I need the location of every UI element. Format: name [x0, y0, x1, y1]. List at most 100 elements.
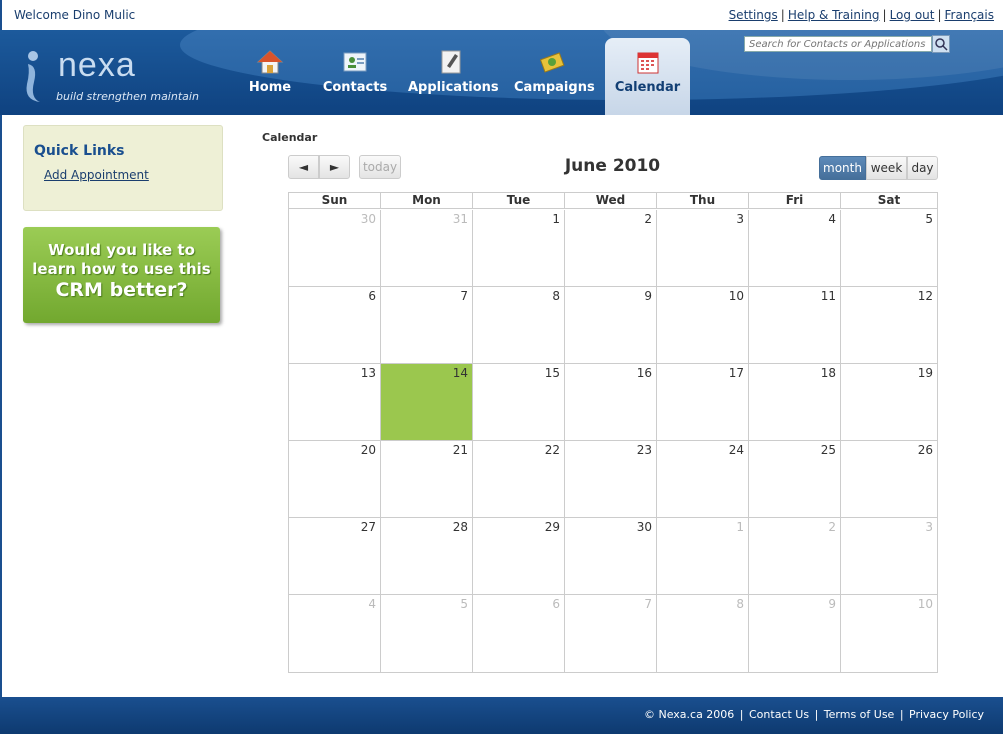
day-cell[interactable]: 7 — [381, 287, 473, 364]
day-cell[interactable]: 14 — [381, 364, 473, 441]
day-cell[interactable]: 23 — [565, 441, 657, 518]
day-cell[interactable]: 15 — [473, 364, 565, 441]
weekday-header: Fri — [749, 193, 841, 209]
day-cell[interactable]: 11 — [749, 287, 841, 364]
promo-line-3: CRM better? — [55, 279, 188, 301]
day-cell[interactable]: 26 — [841, 441, 937, 518]
day-number: 11 — [820, 289, 836, 303]
day-cell[interactable]: 4 — [749, 210, 841, 287]
day-cell[interactable]: 4 — [289, 595, 381, 672]
day-number: 31 — [452, 212, 468, 226]
day-cell[interactable]: 3 — [657, 210, 749, 287]
day-number: 12 — [917, 289, 933, 303]
day-cell[interactable]: 25 — [749, 441, 841, 518]
nav-contacts[interactable]: Contacts — [322, 38, 388, 115]
weekday-header: Tue — [473, 193, 565, 209]
day-number: 2 — [644, 212, 652, 226]
day-cell[interactable]: 24 — [657, 441, 749, 518]
day-cell[interactable]: 6 — [473, 595, 565, 672]
day-cell[interactable]: 10 — [657, 287, 749, 364]
day-cell[interactable]: 10 — [841, 595, 937, 672]
day-cell[interactable]: 16 — [565, 364, 657, 441]
day-number: 16 — [636, 366, 652, 380]
logo[interactable]: nexa build strengthen maintain — [18, 42, 218, 104]
crm-training-banner[interactable]: Would you like to learn how to use this … — [23, 227, 220, 323]
header: nexa build strengthen maintain Home Cont… — [0, 30, 1003, 115]
search-input[interactable] — [744, 36, 932, 52]
day-cell[interactable]: 31 — [381, 210, 473, 287]
day-cell[interactable]: 9 — [749, 595, 841, 672]
day-view-button[interactable]: day — [907, 156, 938, 180]
day-cell[interactable]: 30 — [289, 210, 381, 287]
nav-calendar[interactable]: Calendar — [605, 38, 690, 115]
nav-applications[interactable]: Applications — [408, 38, 499, 115]
search-button[interactable] — [932, 35, 950, 53]
contacts-icon — [343, 52, 367, 72]
day-cell[interactable]: 21 — [381, 441, 473, 518]
day-cell[interactable]: 30 — [565, 518, 657, 595]
day-number: 9 — [644, 289, 652, 303]
add-appointment-link[interactable]: Add Appointment — [44, 168, 149, 182]
day-number: 15 — [544, 366, 560, 380]
day-number: 7 — [460, 289, 468, 303]
day-cell[interactable]: 17 — [657, 364, 749, 441]
day-cell[interactable]: 22 — [473, 441, 565, 518]
calendar-icon — [637, 52, 658, 74]
day-cell[interactable]: 29 — [473, 518, 565, 595]
day-number: 28 — [452, 520, 468, 534]
day-cell[interactable]: 2 — [565, 210, 657, 287]
day-number: 10 — [728, 289, 744, 303]
day-cell[interactable]: 9 — [565, 287, 657, 364]
weekday-header: Sun — [289, 193, 381, 209]
day-number: 5 — [925, 212, 933, 226]
day-number: 17 — [728, 366, 744, 380]
day-number: 8 — [736, 597, 744, 611]
day-cell[interactable]: 1 — [473, 210, 565, 287]
privacy-link[interactable]: Privacy Policy — [909, 708, 984, 721]
day-cell[interactable]: 6 — [289, 287, 381, 364]
day-cell[interactable]: 5 — [841, 210, 937, 287]
day-cell[interactable]: 2 — [749, 518, 841, 595]
day-number: 13 — [360, 366, 376, 380]
help-training-link[interactable]: Help & Training — [788, 8, 880, 22]
month-view-button[interactable]: month — [819, 156, 866, 180]
nav-home[interactable]: Home — [245, 38, 295, 115]
top-links: Settings | Help & Training | Log out | Françai… — [728, 8, 994, 22]
day-number: 19 — [917, 366, 933, 380]
settings-link[interactable]: Settings — [729, 8, 778, 22]
day-cell[interactable]: 3 — [841, 518, 937, 595]
day-number: 5 — [460, 597, 468, 611]
calendar-section-label: Calendar — [262, 131, 318, 144]
copyright-text: © Nexa.ca 2006 — [643, 708, 735, 721]
nav-campaigns[interactable]: Campaigns — [514, 38, 595, 115]
weekday-header: Sat — [841, 193, 937, 209]
today-button[interactable]: today — [359, 155, 401, 179]
weekday-header: Wed — [565, 193, 657, 209]
day-cell[interactable]: 8 — [657, 595, 749, 672]
day-cell[interactable]: 1 — [657, 518, 749, 595]
logout-link[interactable]: Log out — [890, 8, 935, 22]
day-cell[interactable]: 19 — [841, 364, 937, 441]
day-number: 3 — [736, 212, 744, 226]
day-cell[interactable]: 5 — [381, 595, 473, 672]
promo-line-1: Would you like to — [48, 241, 195, 259]
day-cell[interactable]: 7 — [565, 595, 657, 672]
day-number: 1 — [552, 212, 560, 226]
day-cell[interactable]: 18 — [749, 364, 841, 441]
day-number: 2 — [828, 520, 836, 534]
prev-month-button[interactable]: ◄ — [288, 155, 319, 179]
day-number: 18 — [820, 366, 836, 380]
day-number: 10 — [917, 597, 933, 611]
day-cell[interactable]: 8 — [473, 287, 565, 364]
day-cell[interactable]: 20 — [289, 441, 381, 518]
day-number: 27 — [360, 520, 376, 534]
day-cell[interactable]: 27 — [289, 518, 381, 595]
contact-us-link[interactable]: Contact Us — [749, 708, 809, 721]
day-cell[interactable]: 12 — [841, 287, 937, 364]
day-cell[interactable]: 28 — [381, 518, 473, 595]
terms-link[interactable]: Terms of Use — [824, 708, 895, 721]
francais-link[interactable]: Français — [945, 8, 994, 22]
day-cell[interactable]: 13 — [289, 364, 381, 441]
week-view-button[interactable]: week — [866, 156, 907, 180]
next-month-button[interactable]: ► — [319, 155, 350, 179]
